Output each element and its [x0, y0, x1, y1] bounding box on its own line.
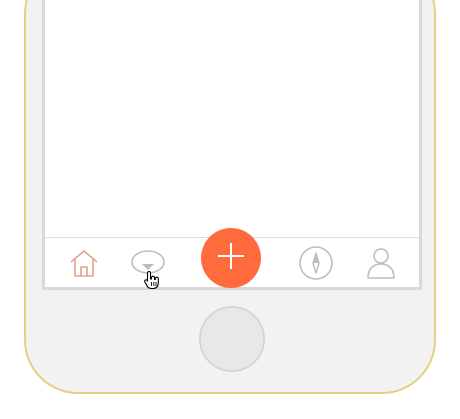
user-icon [365, 246, 397, 280]
compass-icon [298, 245, 334, 281]
tab-messages[interactable] [128, 244, 168, 282]
device-home-button[interactable] [199, 306, 265, 372]
home-icon [68, 248, 100, 278]
phone-screen [42, 0, 422, 290]
bottom-tab-bar [45, 228, 419, 288]
tab-home[interactable] [64, 244, 104, 282]
add-button[interactable] [201, 228, 261, 288]
tab-discover[interactable] [296, 244, 336, 282]
mockup-stage [0, 0, 460, 419]
plus-icon [215, 240, 247, 277]
chat-bubble-icon [130, 249, 166, 277]
tab-profile[interactable] [361, 244, 401, 282]
